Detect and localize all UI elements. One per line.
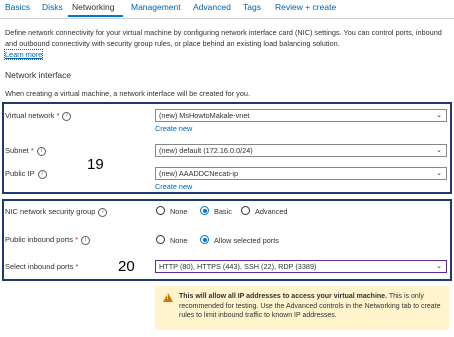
learn-more-link[interactable]: Learn more <box>3 49 44 60</box>
tab-disks[interactable]: Disks <box>42 2 63 12</box>
tab-bar: Basics Disks Networking Management Advan… <box>0 0 454 19</box>
chevron-down-icon: ⌄ <box>436 169 442 177</box>
tab-basics[interactable]: Basics <box>5 2 30 12</box>
annotation-number-20: 20 <box>118 258 135 275</box>
virtual-network-create-new-link[interactable]: Create new <box>155 124 192 133</box>
info-icon[interactable]: i <box>62 111 72 121</box>
warning-text: This will allow all IP addresses to acce… <box>179 293 441 319</box>
subnet-select[interactable]: (new) default (172.16.0.0/24) ⌄ <box>155 144 447 157</box>
nsg-advanced-radio[interactable] <box>241 206 250 215</box>
public-ip-label: Public IP i <box>5 169 47 179</box>
info-icon[interactable]: i <box>37 169 47 179</box>
section-title: Network interface <box>5 70 72 80</box>
info-icon[interactable]: i <box>36 146 46 156</box>
tab-management[interactable]: Management <box>131 2 181 12</box>
nic-nsg-label: NIC network security group i <box>5 207 108 217</box>
inbound-allow-selected-radio[interactable] <box>200 235 209 244</box>
warning-banner: ! This will allow all IP addresses to ac… <box>155 286 449 330</box>
chevron-down-icon: ⌄ <box>436 111 442 119</box>
chevron-down-icon: ⌄ <box>436 262 442 270</box>
public-ip-select[interactable]: (new) AAADDCNecati-ip ⌄ <box>155 167 447 180</box>
virtual-network-label: Virtual network * i <box>5 111 72 121</box>
tab-tags[interactable]: Tags <box>243 2 261 12</box>
select-inbound-ports-label: Select inbound ports * <box>5 262 79 271</box>
active-tab-indicator <box>68 15 123 17</box>
info-icon[interactable]: i <box>80 235 90 245</box>
tab-advanced[interactable]: Advanced <box>193 2 231 12</box>
subnet-label: Subnet * i <box>5 146 46 156</box>
page-description: Define network connectivity for your vir… <box>3 27 451 60</box>
nsg-advanced-label: Advanced <box>255 207 288 216</box>
inbound-none-label: None <box>170 236 188 245</box>
inbound-none-radio[interactable] <box>156 235 165 244</box>
nsg-basic-label: Basic <box>214 207 232 216</box>
public-inbound-ports-label: Public inbound ports * i <box>5 235 90 245</box>
description-text: Define network connectivity for your vir… <box>5 28 442 48</box>
nsg-basic-radio[interactable] <box>200 206 209 215</box>
select-inbound-ports-dropdown[interactable]: HTTP (80), HTTPS (443), SSH (22), RDP (3… <box>155 260 447 273</box>
nsg-none-radio[interactable] <box>156 206 165 215</box>
virtual-network-select[interactable]: (new) MsHowtoMakale-vnet ⌄ <box>155 109 447 122</box>
info-icon[interactable]: i <box>98 207 108 217</box>
tab-networking[interactable]: Networking <box>72 2 115 12</box>
nsg-none-label: None <box>170 207 188 216</box>
warning-icon: ! <box>163 293 173 302</box>
annotation-number-19: 19 <box>87 156 104 173</box>
chevron-down-icon: ⌄ <box>436 146 442 154</box>
section-description: When creating a virtual machine, a netwo… <box>5 89 250 98</box>
public-ip-create-new-link[interactable]: Create new <box>155 182 192 191</box>
inbound-allow-selected-label: Allow selected ports <box>214 236 279 245</box>
tab-review-create[interactable]: Review + create <box>275 2 336 12</box>
